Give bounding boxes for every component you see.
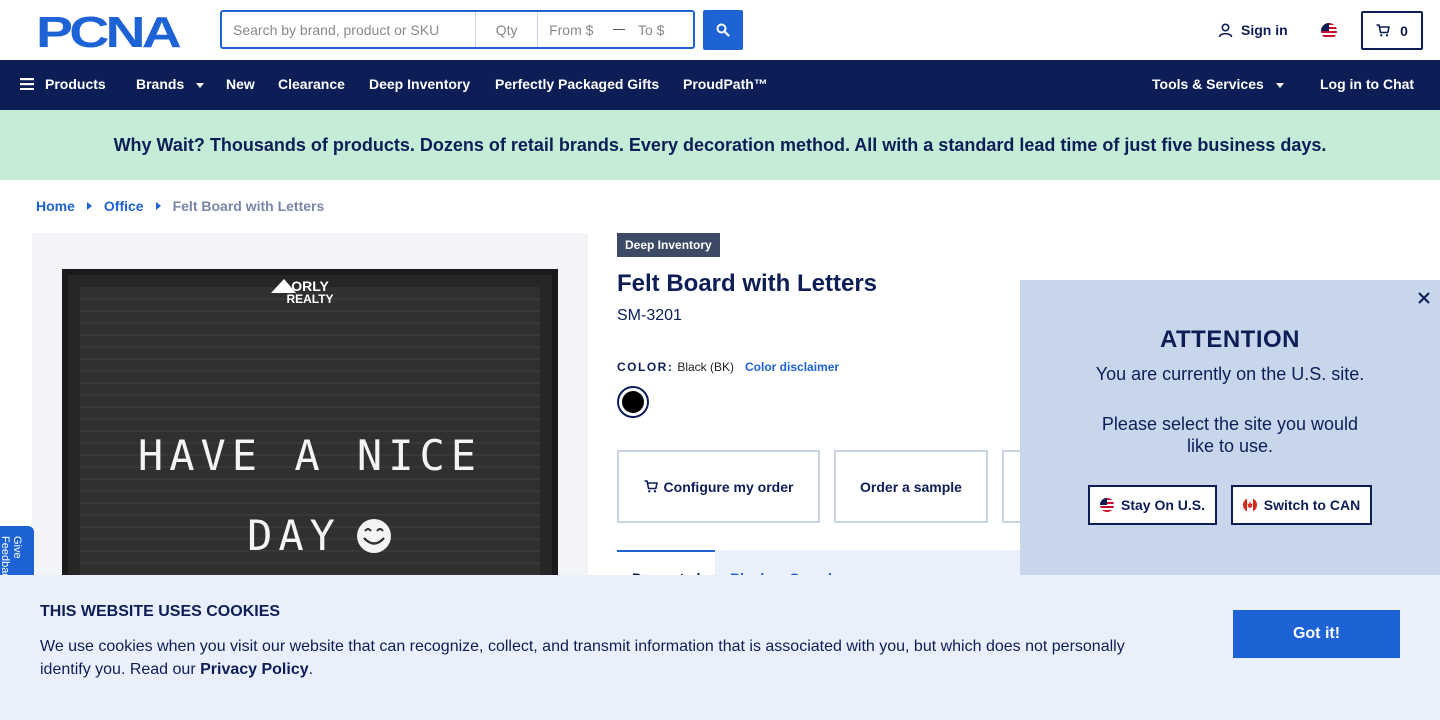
nav-new-label: New: [226, 76, 255, 92]
color-label: COLOR:: [617, 360, 674, 374]
switch-can-button[interactable]: Switch to CAN: [1231, 485, 1372, 525]
price-range-dash: [613, 29, 625, 30]
nav-proudpath[interactable]: ProudPath™: [683, 76, 768, 92]
close-icon[interactable]: [1418, 288, 1430, 309]
nav-tools-label: Tools & Services: [1152, 76, 1264, 92]
attention-title: ATTENTION: [1159, 326, 1301, 353]
nav-deep-inventory-label: Deep Inventory: [369, 76, 471, 92]
chevron-down-icon: [196, 82, 205, 88]
cookie-end: .: [308, 661, 314, 678]
breadcrumb-current: Felt Board with Letters: [172, 198, 325, 214]
color-row: COLOR: Black (BK) Color disclaimer: [617, 360, 839, 374]
privacy-policy-link[interactable]: Privacy Policy: [200, 661, 309, 678]
cart-icon: [644, 480, 658, 493]
switch-can-label: Switch to CAN: [1263, 497, 1361, 513]
configure-order-button[interactable]: Configure my order: [617, 450, 820, 523]
nav-clearance[interactable]: Clearance: [278, 76, 345, 92]
cookie-accept-button[interactable]: Got it!: [1233, 610, 1400, 658]
chevron-down-icon: [1275, 82, 1284, 88]
deep-inventory-badge: Deep Inventory: [617, 233, 720, 257]
search-input[interactable]: [222, 12, 477, 47]
badge-label: Deep Inventory: [625, 238, 712, 252]
attention-prompt: Please select the site you would like to…: [1101, 414, 1359, 456]
nav-brands[interactable]: Brands: [136, 76, 205, 92]
nav-proudpath-label: ProudPath™: [683, 76, 768, 92]
cart-icon: [1376, 24, 1390, 37]
breadcrumb-office[interactable]: Office: [104, 198, 144, 214]
product-sku: SM-3201: [617, 307, 682, 324]
cookie-text: We use cookies when you visit our websit…: [40, 635, 1160, 681]
product-title: Felt Board with Letters: [617, 270, 878, 297]
swatch-fill: [622, 391, 644, 413]
nav-gifts-label: Perfectly Packaged Gifts: [495, 76, 660, 92]
nav-deep-inventory[interactable]: Deep Inventory: [369, 76, 470, 92]
nav-brands-label: Brands: [136, 76, 185, 92]
order-sample-label: Order a sample: [860, 478, 962, 495]
smiley-icon: [357, 519, 391, 553]
nav-chat-login[interactable]: Log in to Chat: [1320, 76, 1414, 92]
color-value: Black (BK): [677, 360, 735, 374]
user-icon: [1218, 22, 1233, 37]
cookie-accept-label: Got it!: [1292, 625, 1341, 642]
cookie-title: THIS WEBSITE USES COOKIES: [40, 603, 281, 620]
caret-right-icon: [155, 202, 161, 210]
main-nav: Products Brands New Clearance Deep Inven…: [0, 60, 1440, 110]
nav-new[interactable]: New: [226, 76, 255, 92]
color-disclaimer-link[interactable]: Color disclaimer: [745, 360, 839, 374]
cart-button[interactable]: 0: [1361, 11, 1423, 50]
us-flag-icon[interactable]: [1321, 23, 1337, 39]
nav-tools-services[interactable]: Tools & Services: [1152, 76, 1284, 92]
search-button[interactable]: [703, 10, 743, 50]
attention-message: You are currently on the U.S. site.: [1095, 364, 1365, 384]
sign-in-link[interactable]: Sign in: [1218, 22, 1288, 38]
price-to-input[interactable]: [627, 12, 693, 47]
cookie-banner: THIS WEBSITE USES COOKIES We use cookies…: [0, 575, 1440, 720]
breadcrumb: Home Office Felt Board with Letters: [36, 198, 324, 214]
color-swatch-black[interactable]: [617, 386, 649, 418]
nav-products-label: Products: [45, 76, 106, 92]
nav-chat-label: Log in to Chat: [1320, 76, 1415, 92]
qty-input[interactable]: [476, 12, 539, 47]
stay-us-label: Stay On U.S.: [1120, 497, 1206, 513]
site-select-modal: ATTENTION You are currently on the U.S. …: [1020, 280, 1440, 575]
image-text-line2: DAY: [247, 511, 341, 560]
caret-right-icon: [86, 202, 92, 210]
configure-order-label: Configure my order: [663, 478, 794, 495]
canada-flag-icon: [1242, 498, 1257, 512]
sign-in-label: Sign in: [1241, 22, 1288, 38]
menu-icon: [20, 78, 34, 90]
logo-text: PCNA: [36, 12, 181, 50]
stay-us-button[interactable]: Stay On U.S.: [1088, 485, 1217, 525]
nav-clearance-label: Clearance: [278, 76, 345, 92]
cart-count: 0: [1400, 22, 1408, 39]
breadcrumb-home[interactable]: Home: [36, 198, 75, 214]
site-header: PCNA Sign in: [0, 0, 1440, 60]
price-from-input[interactable]: [538, 12, 612, 47]
promo-text: Why Wait? Thousands of products. Dozens …: [113, 134, 1327, 155]
nav-products[interactable]: Products: [20, 76, 106, 92]
image-text-line1: HAVE A NICE: [138, 431, 482, 480]
us-flag-icon: [1099, 498, 1114, 512]
pcna-logo[interactable]: PCNA: [36, 8, 184, 57]
nav-gifts[interactable]: Perfectly Packaged Gifts: [495, 76, 659, 92]
search-icon: [716, 23, 730, 37]
search-bar: [220, 10, 695, 49]
image-brand-line2: REALTY: [286, 292, 333, 306]
order-sample-button[interactable]: Order a sample: [834, 450, 988, 523]
promo-banner: Why Wait? Thousands of products. Dozens …: [0, 110, 1440, 180]
